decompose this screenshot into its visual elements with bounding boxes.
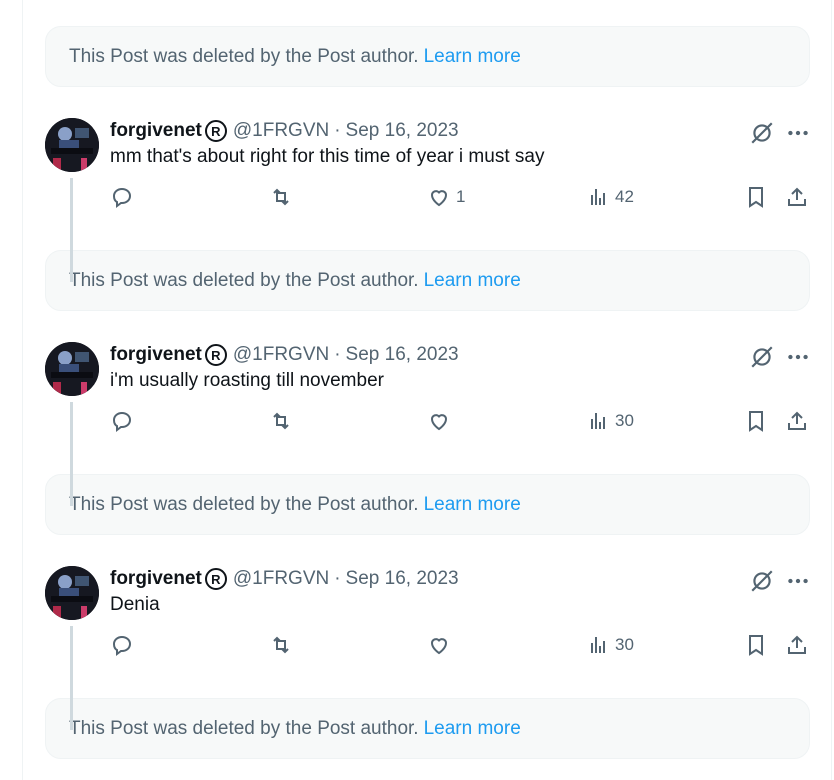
display-name[interactable]: forgivenet [110,344,202,366]
post-text: i'm usually roasting till november [110,370,384,391]
share-button[interactable] [785,182,809,212]
reply-icon [112,635,132,656]
post-text: Denia [110,594,160,615]
like-count: 1 [456,187,466,206]
learn-more-link[interactable]: Learn more [424,46,521,68]
bookmark-button[interactable] [744,406,768,436]
post[interactable]: forgivenet R @1FRGVN · Sep 16, 2023 i'm … [45,342,810,506]
share-button[interactable] [785,406,809,436]
thread-line [70,178,73,282]
post-date[interactable]: Sep 16, 2023 [346,120,459,142]
post[interactable]: forgivenet R @1FRGVN · Sep 16, 2023 Deni… [45,566,810,730]
bookmark-button[interactable] [744,182,768,212]
post-date[interactable]: Sep 16, 2023 [346,568,459,590]
views-button[interactable]: 30 [586,630,634,660]
more-icon[interactable] [785,344,811,370]
bookmark-icon [749,635,763,656]
reply-icon [112,411,132,432]
share-button[interactable] [785,630,809,660]
post-header: forgivenet R @1FRGVN · Sep 16, 2023 [110,118,459,144]
reply-icon [112,187,132,208]
heart-icon [430,414,448,431]
view-count: 30 [615,635,634,654]
user-handle[interactable]: @1FRGVN [233,120,329,142]
post[interactable]: forgivenet R @1FRGVN · Sep 16, 2023 mm t… [45,118,810,282]
user-handle[interactable]: @1FRGVN [233,344,329,366]
post-text: mm that's about right for this time of y… [110,146,545,167]
user-handle[interactable]: @1FRGVN [233,568,329,590]
views-chart-icon [591,189,605,205]
thread-line [70,402,73,506]
reply-button[interactable] [110,182,134,212]
more-icon[interactable] [785,568,811,594]
display-name[interactable]: forgivenet [110,120,202,142]
deleted-notice-text: This Post was deleted by the Post author… [69,45,419,67]
repost-button[interactable] [269,630,293,660]
views-chart-icon [591,637,605,653]
registered-badge: R [204,120,227,142]
repost-button[interactable] [269,406,293,436]
avatar[interactable] [45,566,99,620]
views-button[interactable]: 42 [586,182,634,212]
grok-icon[interactable] [749,568,775,594]
display-name[interactable]: forgivenet [110,568,202,590]
separator: · [334,120,341,141]
separator: · [334,568,341,589]
share-icon [788,187,806,206]
repost-button[interactable] [269,182,293,212]
grok-icon[interactable] [749,120,775,146]
registered-badge: R [204,568,227,590]
share-icon [788,635,806,654]
bookmark-icon [749,411,763,432]
reply-button[interactable] [110,406,134,436]
thread-line [70,626,73,730]
like-button[interactable]: 1 [427,182,465,212]
post-actions: 30 [110,630,810,660]
post-actions: 1 42 [110,182,810,212]
separator: · [334,344,341,365]
share-icon [788,411,806,430]
post-header: forgivenet R @1FRGVN · Sep 16, 2023 [110,342,459,368]
more-icon[interactable] [785,120,811,146]
repost-icon [273,188,289,206]
view-count: 30 [615,411,634,430]
repost-icon [273,636,289,654]
views-button[interactable]: 30 [586,406,634,436]
avatar[interactable] [45,342,99,396]
grok-icon[interactable] [749,344,775,370]
avatar[interactable] [45,118,99,172]
repost-icon [273,412,289,430]
post-date[interactable]: Sep 16, 2023 [346,344,459,366]
bookmark-button[interactable] [744,630,768,660]
post-header: forgivenet R @1FRGVN · Sep 16, 2023 [110,566,459,592]
reply-button[interactable] [110,630,134,660]
heart-icon [430,638,448,655]
registered-badge: R [204,344,227,366]
view-count: 42 [615,187,634,206]
deleted-post-notice: This Post was deleted by the Post author… [45,26,810,87]
like-button[interactable] [427,630,456,660]
heart-icon [430,190,448,207]
bookmark-icon [749,187,763,208]
like-button[interactable] [427,406,456,436]
views-chart-icon [591,413,605,429]
post-actions: 30 [110,406,810,436]
